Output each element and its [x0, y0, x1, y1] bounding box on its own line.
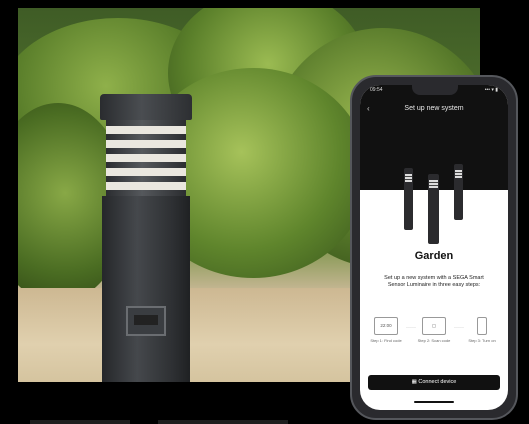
step-turn-on: Step 3: Turn on [464, 317, 500, 343]
sensor-panel [126, 306, 166, 336]
step-label: Step 2: Scan code [417, 338, 451, 343]
phone-notch [412, 85, 458, 95]
code-label-icon: 22:00 [374, 317, 398, 335]
connect-device-button[interactable]: ▦ Connect device [368, 375, 500, 390]
step-find-code: 22:00 Step 1: Find code [368, 317, 404, 343]
footer-bar [158, 420, 288, 424]
lamp-outline-icon [477, 317, 487, 335]
status-icons: ••• ▾ ▮ [484, 87, 498, 93]
setup-steps: 22:00 Step 1: Find code ····· ▢ Step 2: … [368, 317, 500, 367]
step-scan-code: ▢ Step 2: Scan code [416, 317, 452, 343]
bollard-light [100, 94, 192, 382]
step-label: Step 3: Turn on [468, 338, 496, 343]
bollard-post [102, 196, 190, 382]
bollard-vents [106, 120, 186, 196]
connect-button-label: Connect device [418, 379, 457, 385]
screen-title: Set up new system [404, 105, 464, 112]
setup-description: Set up a new system with a SEGA Smart Se… [384, 275, 484, 288]
lamp-illustration [360, 160, 508, 244]
step-label: Step 1: Find code [370, 338, 402, 343]
lamp-icon [428, 174, 439, 244]
lamp-icon [404, 168, 413, 230]
footer-bar [30, 420, 130, 424]
dots-separator: ····· [454, 325, 464, 331]
qr-icon: ▦ [411, 379, 417, 385]
scan-icon: ▢ [422, 317, 446, 335]
dots-separator: ····· [406, 325, 416, 331]
status-time: 09:54 [370, 87, 383, 93]
lamp-icon [454, 164, 463, 220]
phone-screen: 09:54 ••• ▾ ▮ ‹ Set up new system Garden… [360, 85, 508, 410]
bollard-cap [100, 94, 192, 120]
home-indicator [414, 401, 454, 403]
smartphone: 09:54 ••• ▾ ▮ ‹ Set up new system Garden… [350, 75, 518, 420]
system-name: Garden [414, 250, 454, 262]
